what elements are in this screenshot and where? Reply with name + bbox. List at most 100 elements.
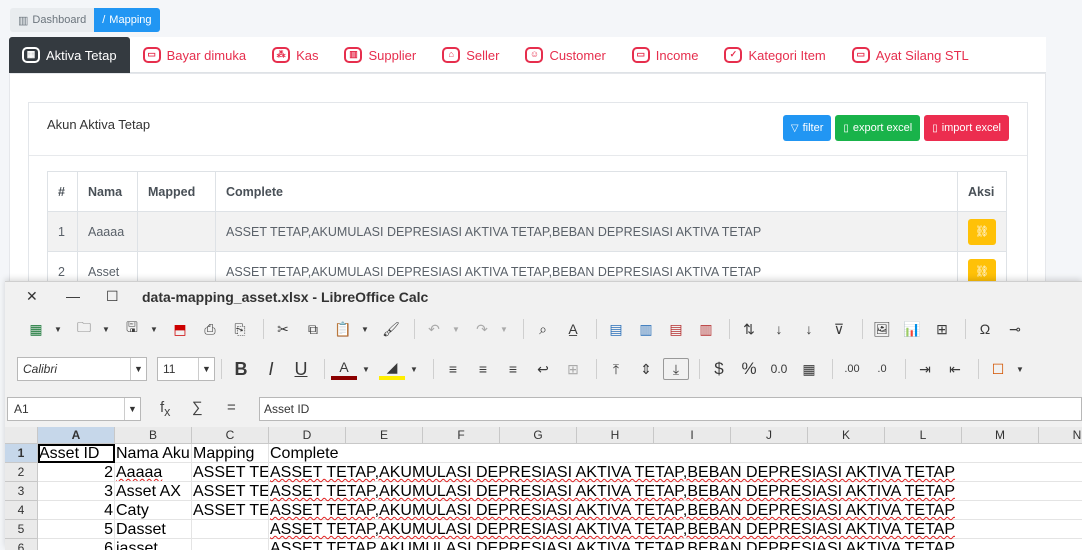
cell-d2[interactable]: ASSET TETAP,AKUMULASI DEPRESIASI AKTIVA … <box>269 463 1082 482</box>
chevron-down-icon[interactable]: ▼ <box>409 358 419 380</box>
import-excel-button[interactable]: ▯ import excel <box>924 115 1009 141</box>
cell-a3[interactable]: 3 <box>38 482 115 501</box>
autofilter-icon[interactable]: ⊽ <box>826 318 852 340</box>
delete-row-icon[interactable]: ▤ <box>663 318 689 340</box>
hyperlink-icon[interactable]: ⊸ <box>1002 318 1028 340</box>
chevron-down-icon[interactable]: ▼ <box>361 358 371 380</box>
column-header-k[interactable]: K <box>808 427 885 444</box>
row-header-5[interactable]: 5 <box>5 520 38 539</box>
close-icon[interactable]: ✕ <box>26 288 38 305</box>
minimize-icon[interactable]: — <box>66 288 80 304</box>
chevron-down-icon[interactable]: ▼ <box>1015 358 1025 380</box>
column-header-m[interactable]: M <box>962 427 1039 444</box>
align-top-icon[interactable]: ⤒ <box>603 358 629 380</box>
cell-b5[interactable]: Dasset <box>115 520 192 539</box>
column-header-l[interactable]: L <box>885 427 962 444</box>
special-character-icon[interactable]: Ω <box>972 318 998 340</box>
cut-icon[interactable]: ✂ <box>270 318 296 340</box>
cell-a2[interactable]: 2 <box>38 463 115 482</box>
delete-decimal-icon[interactable]: .0 <box>869 358 895 380</box>
column-header-g[interactable]: G <box>500 427 577 444</box>
clone-formatting-icon[interactable]: 🖌 <box>378 318 404 340</box>
cell-d3[interactable]: ASSET TETAP,AKUMULASI DEPRESIASI AKTIVA … <box>269 482 1082 501</box>
sum-icon[interactable]: ∑ <box>192 399 203 416</box>
column-icon[interactable]: ▥ <box>633 318 659 340</box>
maximize-icon[interactable]: ☐ <box>106 288 119 305</box>
column-header-i[interactable]: I <box>654 427 731 444</box>
insert-image-icon[interactable]: 🖼 <box>869 318 895 340</box>
column-header-h[interactable]: H <box>577 427 654 444</box>
column-header-b[interactable]: B <box>115 427 192 444</box>
cell-d1[interactable]: Complete <box>269 444 1082 463</box>
cell-d6[interactable]: ASSET TETAP,AKUMULASI DEPRESIASI AKTIVA … <box>269 539 1082 550</box>
percent-icon[interactable]: % <box>736 358 762 380</box>
cell-c6[interactable] <box>192 539 269 550</box>
column-header-j[interactable]: J <box>731 427 808 444</box>
function-wizard-icon[interactable]: fx <box>160 399 170 419</box>
cell-a4[interactable]: 4 <box>38 501 115 520</box>
tab-kas[interactable]: ⁂ Kas <box>259 37 331 73</box>
font-name-box[interactable]: Calibri ▼ <box>17 357 147 381</box>
cell-b3[interactable]: Asset AX <box>115 482 192 501</box>
spreadsheet-icon[interactable]: ▦ <box>23 318 49 340</box>
bold-icon[interactable]: B <box>228 358 254 380</box>
merge-cells-icon[interactable]: ⊞ <box>560 358 586 380</box>
tab-aktiva-tetap[interactable]: ▦ Aktiva Tetap <box>9 37 130 73</box>
save-icon[interactable]: 🖫 <box>119 318 145 340</box>
borders-icon[interactable]: ☐ <box>985 358 1011 380</box>
cell-d5[interactable]: ASSET TETAP,AKUMULASI DEPRESIASI AKTIVA … <box>269 520 1082 539</box>
add-decimal-icon[interactable]: .00 <box>839 358 865 380</box>
edit-button[interactable]: ⛓ <box>968 218 996 245</box>
spreadsheet-grid[interactable]: A B C D E F G H I J K L M N 1 Asset ID N… <box>5 427 1082 550</box>
underline-icon[interactable]: U <box>288 358 314 380</box>
insert-chart-icon[interactable]: 📊 <box>899 318 925 340</box>
paste-icon[interactable]: 📋 <box>330 318 356 340</box>
row-header-4[interactable]: 4 <box>5 501 38 520</box>
select-all-corner[interactable] <box>5 427 38 444</box>
print-icon[interactable]: ⎙ <box>197 318 223 340</box>
cell-a6[interactable]: 6 <box>38 539 115 550</box>
tab-bayar-dimuka[interactable]: ▭ Bayar dimuka <box>130 37 259 73</box>
chevron-down-icon[interactable]: ▼ <box>149 318 159 340</box>
cell-d4[interactable]: ASSET TETAP,AKUMULASI DEPRESIASI AKTIVA … <box>269 501 1082 520</box>
copy-icon[interactable]: ⧉ <box>300 318 326 340</box>
name-box[interactable]: A1 ▼ <box>7 397 141 421</box>
cell-b1[interactable]: Nama Akun <box>115 444 192 463</box>
row-header-3[interactable]: 3 <box>5 482 38 501</box>
chevron-down-icon[interactable]: ▼ <box>101 318 111 340</box>
align-left-icon[interactable]: ≡ <box>440 358 466 380</box>
italic-icon[interactable]: I <box>258 358 284 380</box>
decrease-indent-icon[interactable]: ⇤ <box>942 358 968 380</box>
chevron-down-icon[interactable]: ▼ <box>499 318 509 340</box>
highlight-color-icon[interactable]: ◢ <box>379 358 405 380</box>
cell-c1[interactable]: Mapping <box>192 444 269 463</box>
open-folder-icon[interactable]: 🗀 <box>71 318 97 340</box>
row-header-6[interactable]: 6 <box>5 539 38 550</box>
breadcrumb-dashboard[interactable]: ▥ Dashboard <box>10 8 95 32</box>
font-size-box[interactable]: 11 ▼ <box>157 357 215 381</box>
formula-input[interactable]: Asset ID <box>259 397 1082 421</box>
align-middle-icon[interactable]: ⇕ <box>633 358 659 380</box>
formula-icon[interactable]: = <box>227 399 236 416</box>
tab-seller[interactable]: ⌂ Seller <box>429 37 512 73</box>
font-color-icon[interactable]: A <box>331 358 357 380</box>
row-header-1[interactable]: 1 <box>5 444 38 463</box>
find-replace-icon[interactable]: ⌕ <box>530 318 556 340</box>
filter-button[interactable]: ▽ filter <box>782 115 832 141</box>
tab-ayat-silang-stl[interactable]: ▭ Ayat Silang STL <box>839 37 982 73</box>
currency-icon[interactable]: $ <box>706 358 732 380</box>
cell-a5[interactable]: 5 <box>38 520 115 539</box>
tab-supplier[interactable]: ▥ Supplier <box>331 37 429 73</box>
chevron-down-icon[interactable]: ▼ <box>124 398 140 420</box>
chevron-down-icon[interactable]: ▼ <box>53 318 63 340</box>
cell-b2[interactable]: Aaaaa <box>115 463 192 482</box>
export-pdf-icon[interactable]: ⬒ <box>167 318 193 340</box>
pivot-table-icon[interactable]: ⊞ <box>929 318 955 340</box>
align-center-icon[interactable]: ≡ <box>470 358 496 380</box>
sort-descending-icon[interactable]: ↓ <box>796 318 822 340</box>
column-header-e[interactable]: E <box>346 427 423 444</box>
increase-indent-icon[interactable]: ⇥ <box>912 358 938 380</box>
chevron-down-icon[interactable]: ▼ <box>130 358 146 380</box>
align-right-icon[interactable]: ≡ <box>500 358 526 380</box>
cell-c3[interactable]: ASSET TETAP <box>192 482 269 501</box>
